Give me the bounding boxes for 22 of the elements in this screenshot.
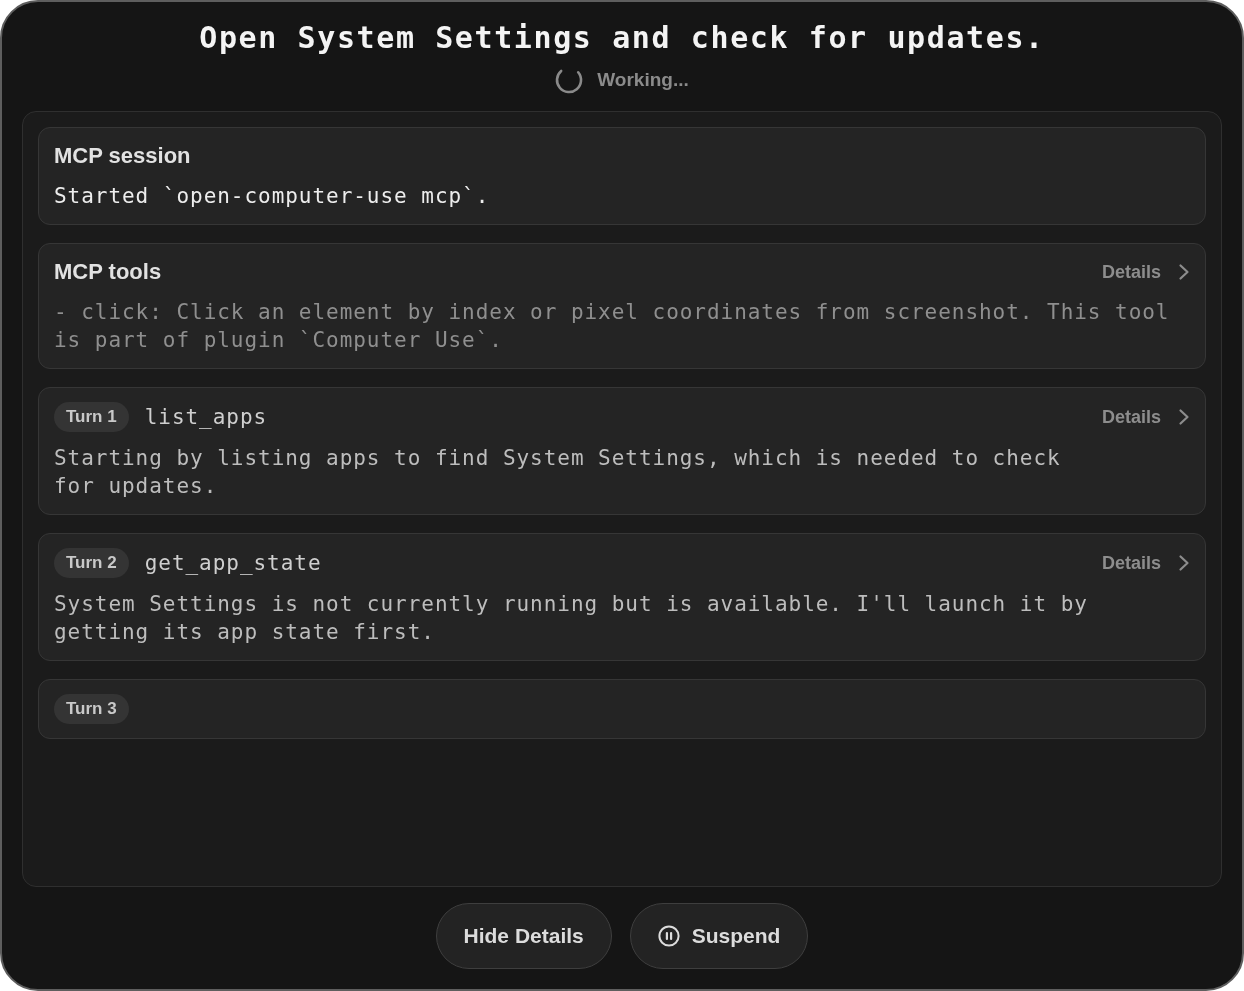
turn-badge: Turn 2: [54, 548, 129, 578]
tool-name: get_app_state: [144, 551, 322, 575]
tool-name: list_apps: [144, 405, 268, 429]
turn-badge: Turn 1: [54, 402, 129, 432]
chevron-right-icon: [1178, 408, 1190, 426]
card-body: Started `open-computer-use mcp`.: [54, 183, 491, 210]
status-text: Working...: [597, 69, 689, 91]
chevron-right-icon: [1178, 554, 1190, 572]
suspend-button[interactable]: Suspend: [629, 903, 809, 969]
turn-badge: Turn 3: [54, 694, 129, 724]
card-body: - click: Click an element by index or pixel coordinates from screenshot. This tool is part of plugin `Computer Use`.: [54, 299, 1171, 354]
card-title: MCP tools: [54, 259, 162, 285]
card-title: MCP session: [54, 143, 191, 169]
pause-icon: [657, 925, 680, 947]
details-link[interactable]: Details: [1101, 406, 1190, 428]
card-body: Starting by listing apps to find System Settings, which is needed to check for updates.: [54, 445, 1062, 500]
details-link[interactable]: Details: [1101, 261, 1190, 283]
hide-details-button[interactable]: Hide Details: [435, 903, 612, 969]
chevron-right-icon: [1178, 263, 1190, 281]
card-body: System Settings is not currently running but is available. I'll launch it by getting its app state first.: [54, 591, 1089, 646]
details-link[interactable]: Details: [1101, 552, 1190, 574]
task-title: Open System Settings and check for updates.: [199, 19, 1045, 57]
